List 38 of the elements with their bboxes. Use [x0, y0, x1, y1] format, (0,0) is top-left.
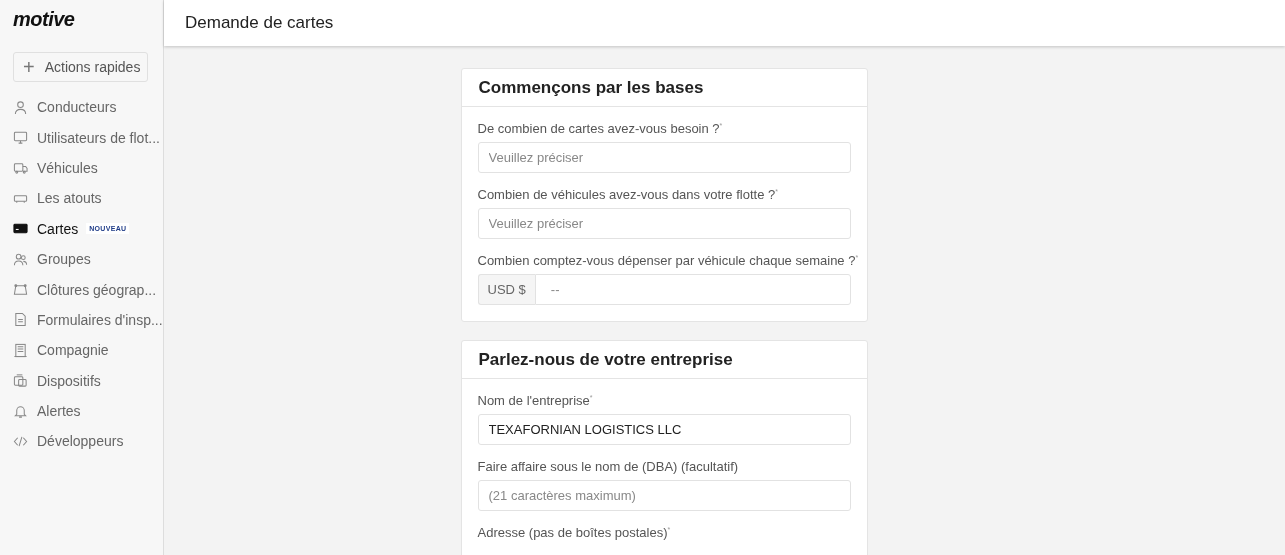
sidebar-item[interactable]: Dispositifs — [13, 365, 163, 396]
devices-icon — [13, 373, 28, 389]
sidebar-item[interactable]: Alertes — [13, 395, 163, 427]
people-icon — [13, 251, 28, 267]
sidebar-item[interactable]: Développeurs — [13, 426, 163, 457]
code-icon — [13, 434, 28, 449]
building-icon — [13, 342, 28, 358]
amount-field[interactable]: -- — [534, 274, 851, 305]
document-icon — [13, 312, 28, 328]
page-title: Demande de cartes — [185, 13, 334, 33]
field-label: Combien comptez-vous dépenser par véhicule chaque semaine ?$^{*}$ — [477, 253, 859, 268]
input-field[interactable]: TEXAFORNIAN LOGISTICS LLC — [477, 414, 851, 445]
truck-icon — [13, 160, 28, 176]
sidebar-item[interactable]: Clôtures géograp... — [13, 274, 163, 305]
monitor-icon — [13, 130, 28, 146]
input-field[interactable]: Veuillez préciser — [477, 142, 851, 173]
fence-icon — [13, 282, 28, 298]
currency-prefix: USD $ — [477, 274, 535, 305]
sidebar-item[interactable]: Véhicules — [13, 152, 163, 184]
card-title: Commençons par les bases — [478, 77, 704, 98]
field-label: De combien de cartes avez-vous besoin ?$^{*}$ — [477, 121, 723, 136]
field-label: Nom de l'entreprise$^{*}$ — [477, 393, 593, 408]
sidebar-item[interactable]: Les atouts — [13, 183, 163, 214]
card-title: Parlez-nous de votre entreprise — [478, 349, 733, 370]
sidebar-item[interactable]: Formulaires d'insp... — [13, 304, 163, 336]
input-field[interactable]: (21 caractères maximum) — [477, 480, 851, 511]
field-label: Combien de véhicules avez-vous dans votre flotte ?$^{*}$ — [477, 187, 778, 202]
sidebar-item[interactable]: Compagnie — [13, 335, 163, 366]
quick-actions-button[interactable]: + Actions rapides — [13, 52, 148, 82]
field-label: Adresse (pas de boîtes postales)$^{*}$ — [477, 525, 671, 540]
sidebar-item[interactable]: Utilisateurs de flot... — [13, 122, 163, 153]
field-label: Faire affaire sous le nom de (DBA) (facultatif) — [477, 459, 739, 474]
input-field[interactable]: Veuillez préciser — [477, 208, 851, 239]
person-icon — [13, 99, 28, 115]
logo: motive — [13, 8, 75, 32]
sidebar-item[interactable]: Groupes — [13, 243, 163, 275]
bell-icon — [13, 403, 28, 419]
sidebar-item[interactable]: Conducteurs — [13, 92, 163, 123]
